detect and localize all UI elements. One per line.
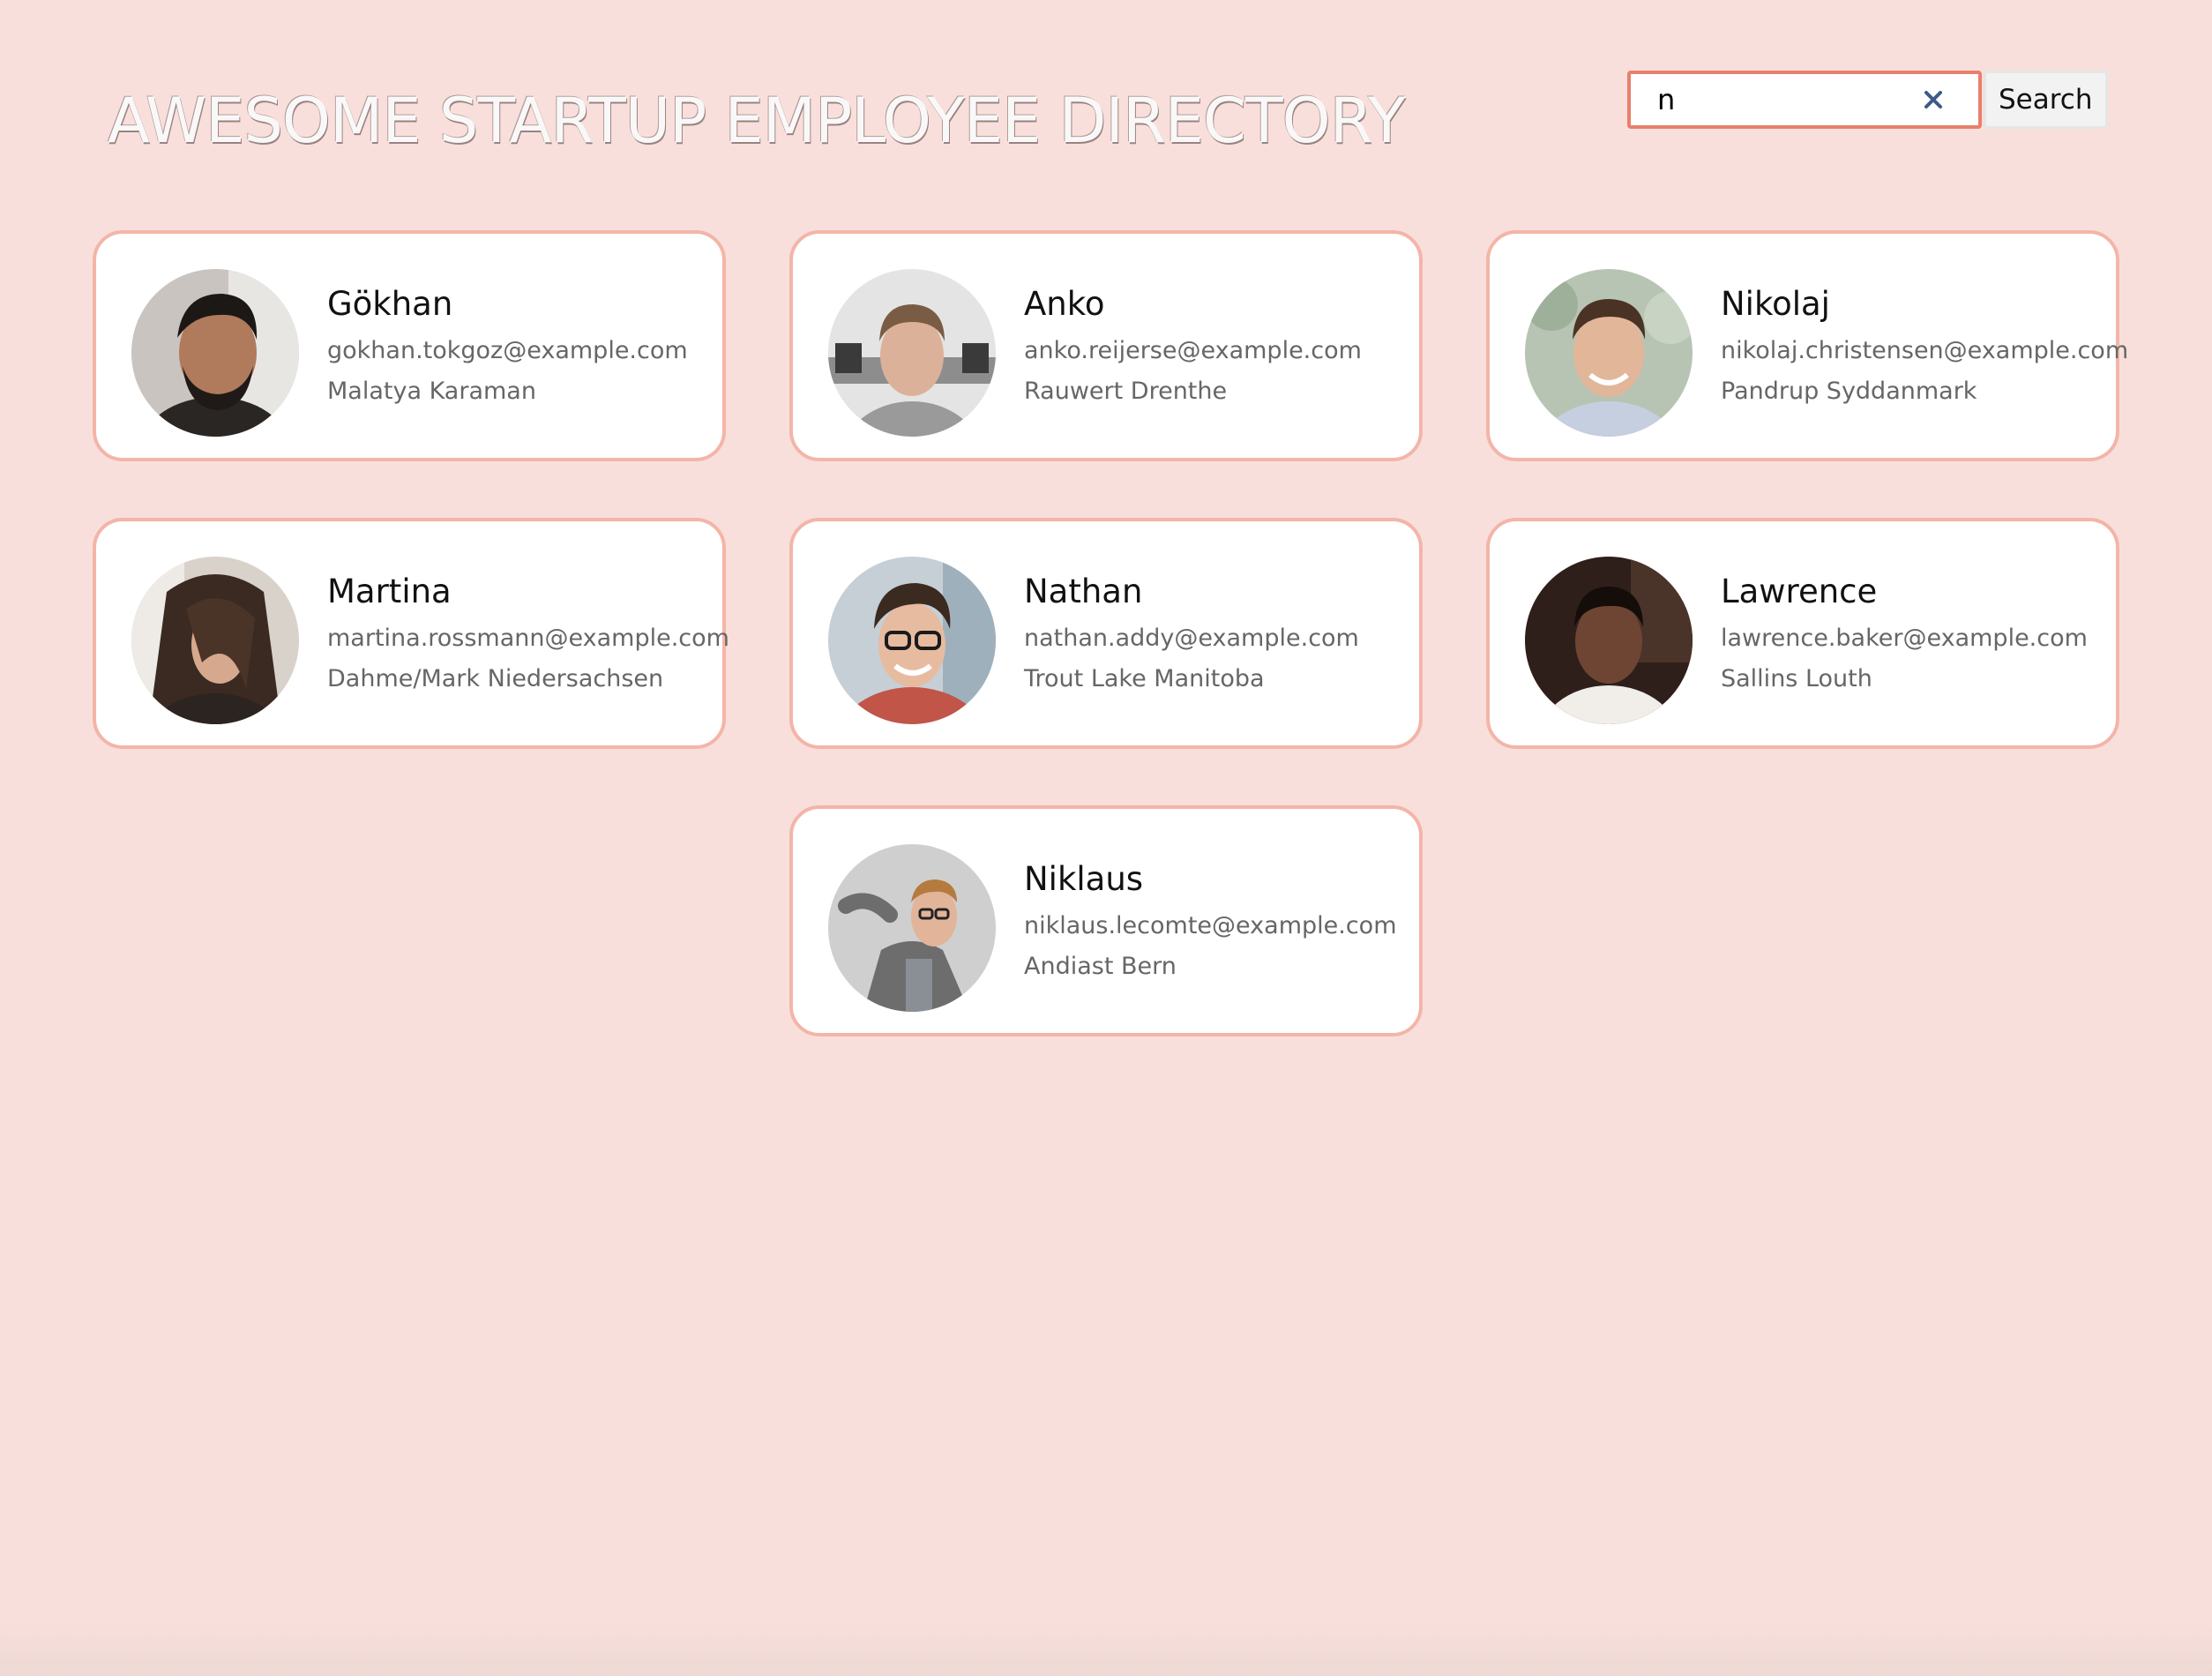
employee-email: gokhan.tokgoz@example.com bbox=[327, 337, 688, 364]
avatar bbox=[1525, 269, 1693, 437]
employee-card[interactable]: Gökhan gokhan.tokgoz@example.com Malatya… bbox=[93, 230, 726, 461]
employee-email: lawrence.baker@example.com bbox=[1721, 625, 2088, 652]
employee-location: Malatya Karaman bbox=[327, 378, 536, 405]
employee-card[interactable]: Lawrence lawrence.baker@example.com Sall… bbox=[1486, 518, 2119, 749]
employee-card[interactable]: Anko anko.reijerse@example.com Rauwert D… bbox=[789, 230, 1423, 461]
employee-name: Niklaus bbox=[1024, 860, 1144, 898]
bottom-shadow bbox=[0, 1623, 2212, 1676]
avatar bbox=[131, 269, 299, 437]
employee-location: Sallins Louth bbox=[1721, 665, 1872, 692]
search-box[interactable] bbox=[1627, 71, 1982, 129]
employee-location: Rauwert Drenthe bbox=[1024, 378, 1228, 405]
search-button[interactable]: Search bbox=[1984, 71, 2108, 129]
employee-location: Andiast Bern bbox=[1024, 953, 1177, 980]
employee-location: Trout Lake Manitoba bbox=[1024, 665, 1265, 692]
employee-name: Nathan bbox=[1024, 572, 1143, 610]
employee-location: Pandrup Syddanmark bbox=[1721, 378, 1977, 405]
employee-email: niklaus.lecomte@example.com bbox=[1024, 912, 1397, 939]
employee-location: Dahme/Mark Niedersachsen bbox=[327, 665, 664, 692]
avatar bbox=[828, 844, 996, 1012]
employee-name: Lawrence bbox=[1721, 572, 1878, 610]
avatar bbox=[1525, 557, 1693, 724]
page-title: AWESOME STARTUP EMPLOYEE DIRECTORY bbox=[108, 85, 1406, 157]
avatar bbox=[828, 269, 996, 437]
employee-email: nathan.addy@example.com bbox=[1024, 625, 1359, 652]
employee-card[interactable]: Niklaus niklaus.lecomte@example.com Andi… bbox=[789, 805, 1423, 1036]
search-form: Search bbox=[1627, 71, 2108, 129]
employee-card[interactable]: Martina martina.rossmann@example.com Dah… bbox=[93, 518, 729, 749]
employee-card[interactable]: Nathan nathan.addy@example.com Trout Lak… bbox=[789, 518, 1423, 749]
avatar bbox=[131, 557, 299, 724]
employee-name: Nikolaj bbox=[1721, 285, 1830, 323]
employee-card[interactable]: Nikolaj nikolaj.christensen@example.com … bbox=[1486, 230, 2129, 461]
employee-name: Gökhan bbox=[327, 285, 453, 323]
employee-email: nikolaj.christensen@example.com bbox=[1721, 337, 2129, 364]
employee-name: Anko bbox=[1024, 285, 1105, 323]
employee-name: Martina bbox=[327, 572, 452, 610]
avatar bbox=[828, 557, 996, 724]
employee-email: anko.reijerse@example.com bbox=[1024, 337, 1362, 364]
close-icon[interactable] bbox=[1922, 88, 1945, 111]
employee-email: martina.rossmann@example.com bbox=[327, 625, 729, 652]
